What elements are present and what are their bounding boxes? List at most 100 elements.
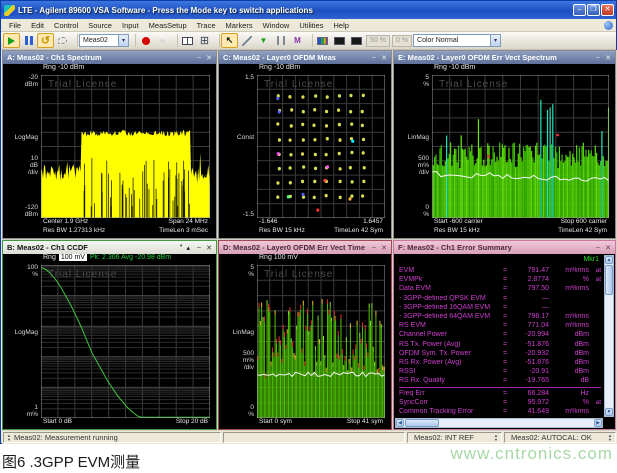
menu-file[interactable]: File bbox=[4, 21, 26, 30]
panel-f-title: F: Meas02 - Ch1 Error Summary bbox=[398, 243, 593, 252]
display-dark2-button[interactable] bbox=[348, 33, 365, 48]
menu-markers[interactable]: Markers bbox=[221, 21, 258, 30]
panel-a-titlebar[interactable]: A: Meas02 - Ch1 Spectrum – ✕ bbox=[3, 51, 216, 64]
scroll-up-icon[interactable]: ▲ bbox=[605, 256, 613, 264]
panel-c-close-icon[interactable]: ✕ bbox=[379, 54, 389, 62]
window-split-button[interactable] bbox=[179, 33, 196, 48]
panel-b-close-icon[interactable]: ✕ bbox=[204, 244, 214, 252]
vertical-scrollbar[interactable]: ▲ ▼ bbox=[604, 255, 614, 417]
panel-f-close-icon[interactable]: ✕ bbox=[603, 244, 613, 252]
panel-f-minimize-icon[interactable]: – bbox=[593, 244, 603, 251]
marker-down-button[interactable]: ▼ bbox=[255, 33, 272, 48]
modified-indicator: * bbox=[180, 244, 183, 251]
trial-license-watermark: Trial License bbox=[264, 79, 333, 90]
panel-e-minimize-icon[interactable]: – bbox=[593, 54, 603, 61]
panel-f-titlebar[interactable]: F: Meas02 - Ch1 Error Summary – ✕ bbox=[394, 241, 615, 254]
center-freq-label: Center 1.9 GHz bbox=[43, 218, 88, 227]
percent-0-box: 0 % bbox=[392, 35, 412, 47]
trial-license-watermark: Trial License bbox=[48, 269, 117, 280]
scroll-left-icon[interactable]: ◀ bbox=[396, 419, 404, 427]
panel-c-axis: 1.5 Const -1.5 bbox=[219, 74, 257, 218]
panel-a-minimize-icon[interactable]: – bbox=[194, 54, 204, 61]
panel-e-range: Rng -10 dBm bbox=[394, 64, 615, 74]
chevron-down-icon[interactable]: ▾ bbox=[490, 35, 500, 46]
panel-b-plot[interactable]: Trial License bbox=[41, 265, 210, 418]
grid-icon: ⊞ bbox=[200, 34, 209, 47]
line-icon bbox=[242, 36, 252, 46]
site-watermark: www.cntronics.com bbox=[451, 444, 613, 464]
menu-control[interactable]: Control bbox=[49, 21, 83, 30]
marker-m-button[interactable]: M bbox=[289, 33, 306, 48]
chevron-down-icon[interactable]: ▾ bbox=[118, 35, 128, 46]
menu-meassetup[interactable]: MeasSetup bbox=[144, 21, 192, 30]
panel-c-plot[interactable]: Trial License bbox=[257, 75, 385, 218]
panel-c-minimize-icon[interactable]: – bbox=[369, 54, 379, 61]
window-grid-button[interactable]: ⊞ bbox=[196, 33, 213, 48]
close-button[interactable]: ✕ bbox=[601, 4, 614, 16]
scroll-down-icon[interactable]: ▼ bbox=[605, 408, 613, 416]
pin-icon[interactable]: ▴ bbox=[186, 244, 190, 252]
menu-input[interactable]: Input bbox=[117, 21, 144, 30]
restart-icon: ↺ bbox=[41, 34, 50, 47]
resbw-label: Res BW 1.27313 kHz bbox=[43, 227, 105, 236]
play-button[interactable] bbox=[3, 33, 20, 48]
colorbars-icon bbox=[317, 37, 328, 45]
panel-c-titlebar[interactable]: C: Meas02 - Layer0 OFDM Meas – ✕ bbox=[219, 51, 391, 64]
panel-b-titlebar[interactable]: B: Meas02 - Ch1 CCDF * ▴ – ✕ bbox=[3, 241, 216, 254]
scrollbar-thumb[interactable] bbox=[605, 265, 613, 295]
scroll-right-icon[interactable]: ▶ bbox=[594, 419, 602, 427]
color-mode-select[interactable]: Color Normal▾ bbox=[413, 34, 501, 47]
selection-button[interactable] bbox=[54, 33, 71, 48]
spinner-icon[interactable]: ▲▼ bbox=[608, 434, 612, 442]
menu-window[interactable]: Window bbox=[258, 21, 295, 30]
menu-edit[interactable]: Edit bbox=[26, 21, 49, 30]
panel-d-minimize-icon[interactable]: – bbox=[369, 244, 379, 251]
record-button[interactable] bbox=[137, 33, 154, 48]
window-titlebar[interactable]: LTE - Agilent 89600 VSA Software - Press… bbox=[1, 1, 616, 19]
measurement-select[interactable]: Meas02▾ bbox=[79, 34, 129, 47]
maximize-button[interactable]: ❐ bbox=[587, 4, 600, 16]
panel-a-plot[interactable]: Trial License bbox=[41, 75, 210, 218]
panel-e-close-icon[interactable]: ✕ bbox=[603, 54, 613, 62]
trial-license-watermark: Trial License bbox=[264, 269, 333, 280]
caption-row: 图6 .3GPP EVM测量 www.cntronics.com bbox=[0, 444, 617, 473]
pointer-button[interactable]: ↖ bbox=[221, 33, 238, 48]
panel-a-axis: -20dBm LogMag 10dB/div -120dBm bbox=[3, 74, 41, 218]
restart-button[interactable]: ↺ bbox=[37, 33, 54, 48]
error-summary-row: Channel Power=-20.994dBm bbox=[399, 330, 601, 339]
status-bar: ▲▼ Meas02: Measurement running Meas02: I… bbox=[2, 431, 617, 444]
menu-utilities[interactable]: Utilities bbox=[294, 21, 328, 30]
menu-source[interactable]: Source bbox=[83, 21, 117, 30]
pause-button[interactable] bbox=[20, 33, 37, 48]
display-dark-button[interactable] bbox=[331, 33, 348, 48]
band-marker-button[interactable] bbox=[272, 33, 289, 48]
error-summary-row: RS Rx. Quality=-19.765dB bbox=[399, 376, 601, 385]
menu-trace[interactable]: Trace bbox=[192, 21, 221, 30]
scrollbar-thumb[interactable] bbox=[405, 419, 439, 427]
panel-b-minimize-icon[interactable]: – bbox=[194, 244, 204, 251]
horizontal-scrollbar[interactable]: ◀ ▶ bbox=[395, 418, 603, 428]
help-icon[interactable] bbox=[604, 21, 613, 30]
panel-d-plot[interactable]: Trial License bbox=[257, 265, 385, 418]
minimize-button[interactable]: – bbox=[573, 4, 586, 16]
pause-icon bbox=[25, 36, 33, 45]
panel-d-err-vect-time: D: Meas02 - Layer0 OFDM Err Vect Time – … bbox=[218, 240, 392, 430]
panel-b-axis: 100% LogMag 1m% bbox=[3, 264, 41, 418]
panel-e-titlebar[interactable]: E: Meas02 - Layer0 OFDM Err Vect Spectru… bbox=[394, 51, 615, 64]
marker-down-icon: ▼ bbox=[260, 36, 268, 45]
panel-a-close-icon[interactable]: ✕ bbox=[204, 54, 214, 62]
toolbar-separator bbox=[307, 34, 313, 47]
panel-d-close-icon[interactable]: ✕ bbox=[379, 244, 389, 252]
panel-e-plot[interactable]: Trial License bbox=[432, 75, 609, 218]
line-marker-button[interactable] bbox=[238, 33, 255, 48]
spinner-icon[interactable]: ▲▼ bbox=[494, 434, 498, 442]
menu-help[interactable]: Help bbox=[328, 21, 353, 30]
panel-d-titlebar[interactable]: D: Meas02 - Layer0 OFDM Err Vect Time – … bbox=[219, 241, 391, 254]
color-display-button[interactable] bbox=[314, 33, 331, 48]
spinner-icon[interactable]: ▲▼ bbox=[7, 434, 11, 442]
error-summary-row: OFDM Sym. Tx. Power=-20.932dBm bbox=[399, 349, 601, 358]
error-summary-row: RSSI=-20.91dBm bbox=[399, 367, 601, 376]
range-value-box[interactable]: 100 mV bbox=[59, 254, 87, 261]
marker-m-icon: M bbox=[294, 36, 301, 45]
error-summary-row: Common Tracking Error=41.649m%rms bbox=[399, 407, 601, 416]
